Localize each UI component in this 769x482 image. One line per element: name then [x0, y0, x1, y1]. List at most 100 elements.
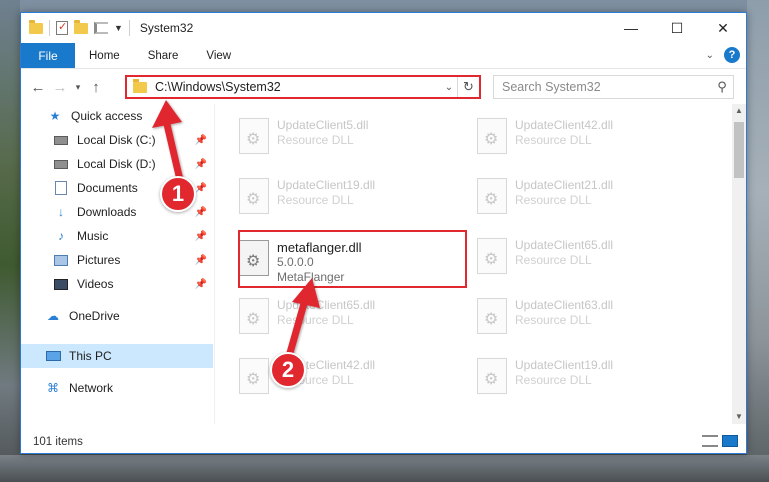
file-tile[interactable]: UpdateClient63.dll Resource DLL: [455, 292, 685, 352]
highlight-box-file: [238, 230, 467, 288]
sidebar-item-label: OneDrive: [69, 309, 120, 323]
scroll-down-arrow-icon[interactable]: ▼: [732, 410, 746, 424]
desktop-background-bottom: [0, 455, 769, 482]
pin-icon[interactable]: 📌: [195, 135, 207, 146]
sidebar-item-videos[interactable]: Videos 📌: [21, 272, 213, 296]
file-tile[interactable]: UpdateClient65.dll Resource DLL: [455, 232, 685, 292]
toolbar-separator: [128, 20, 130, 36]
tab-share[interactable]: Share: [134, 43, 193, 68]
properties-icon[interactable]: [56, 20, 68, 35]
pin-icon[interactable]: 📌: [195, 183, 207, 194]
sidebar-item-label: Videos: [77, 277, 114, 291]
sidebar-item-music[interactable]: ♪ Music 📌: [21, 224, 213, 248]
folder-icon: [133, 78, 147, 93]
sidebar-item-local-disk-d[interactable]: Local Disk (D:) 📌: [21, 152, 213, 176]
documents-icon: [53, 181, 69, 195]
sidebar-item-local-disk-c[interactable]: Local Disk (C:) 📌: [21, 128, 213, 152]
ribbon-tabs: File Home Share View ⌄ ?: [21, 43, 746, 69]
dll-file-icon: [239, 298, 269, 334]
pin-icon[interactable]: 📌: [195, 159, 207, 170]
tiles-view-icon[interactable]: [722, 435, 738, 447]
file-description: Resource DLL: [515, 373, 592, 387]
dll-file-icon: [239, 358, 269, 394]
dll-file-icon: [477, 358, 507, 394]
new-folder-icon[interactable]: [74, 19, 88, 34]
item-count: 101 items: [33, 436, 83, 448]
dll-file-icon: [477, 298, 507, 334]
file-name: UpdateClient19.dll: [277, 178, 376, 192]
sidebar-item-quick-access[interactable]: ★ Quick access: [21, 104, 213, 128]
search-box[interactable]: ⚲: [493, 75, 734, 99]
pin-icon[interactable]: 📌: [195, 231, 207, 242]
maximize-button[interactable]: ☐: [654, 13, 700, 43]
sidebar-item-network[interactable]: ⌘ Network: [21, 376, 213, 400]
folder-icon: [29, 19, 43, 34]
search-input[interactable]: [502, 80, 711, 94]
desktop-background-right: [747, 0, 769, 482]
vertical-scrollbar[interactable]: ▲ ▼: [732, 104, 746, 424]
desktop-background-left: [0, 0, 20, 482]
star-icon: ★: [49, 109, 61, 123]
forward-arrow-icon[interactable]: →: [49, 79, 71, 96]
customize-toolbar-caret-icon[interactable]: ▼: [114, 23, 123, 33]
file-tile[interactable]: UpdateClient19.dll Resource DLL: [217, 172, 447, 232]
file-tile[interactable]: UpdateClient5.dll Resource DLL: [217, 112, 447, 172]
pin-icon[interactable]: 📌: [195, 207, 207, 218]
minimize-button[interactable]: —: [608, 13, 654, 43]
search-icon[interactable]: ⚲: [711, 79, 733, 95]
tab-home[interactable]: Home: [75, 43, 134, 68]
dll-file-icon: [239, 178, 269, 214]
sidebar-item-pictures[interactable]: Pictures 📌: [21, 248, 213, 272]
file-description: Resource DLL: [277, 313, 354, 327]
file-description: Resource DLL: [277, 193, 354, 207]
file-tile[interactable]: UpdateClient65.dll Resource DLL: [217, 292, 447, 352]
sidebar-item-this-pc[interactable]: This PC: [21, 344, 213, 368]
step-badge-1: 1: [160, 176, 196, 212]
file-description: Resource DLL: [515, 253, 592, 267]
pin-icon[interactable]: 📌: [195, 279, 207, 290]
close-button[interactable]: ✕: [700, 13, 746, 43]
address-bar[interactable]: C:\Windows\System32 ⌄ ↻: [125, 75, 481, 99]
file-name: UpdateClient19.dll: [515, 358, 614, 372]
scroll-up-arrow-icon[interactable]: ▲: [732, 104, 746, 118]
refresh-icon[interactable]: ↻: [457, 77, 479, 97]
sidebar-item-label: Pictures: [77, 253, 121, 267]
network-icon: ⌘: [47, 381, 59, 395]
up-arrow-icon[interactable]: ↑: [85, 79, 107, 96]
scroll-thumb[interactable]: [734, 122, 744, 178]
address-path[interactable]: C:\Windows\System32: [155, 80, 441, 94]
sidebar-item-onedrive[interactable]: ☁ OneDrive: [21, 304, 213, 328]
navigation-pane: ★ Quick access Local Disk (C:) 📌 Local D…: [21, 104, 215, 424]
tab-file[interactable]: File: [21, 43, 75, 68]
expand-ribbon-chevron-icon[interactable]: ⌄: [706, 50, 714, 61]
file-description: Resource DLL: [515, 133, 592, 147]
recent-locations-caret-icon[interactable]: ▾: [71, 82, 85, 93]
pin-icon[interactable]: 📌: [195, 255, 207, 266]
file-tile[interactable]: UpdateClient42.dll Resource DLL: [455, 112, 685, 172]
back-arrow-icon[interactable]: ←: [27, 79, 49, 96]
pc-icon: [45, 349, 61, 363]
file-description: Resource DLL: [515, 193, 592, 207]
window-title: System32: [139, 21, 194, 35]
file-name: UpdateClient42.dll: [515, 118, 614, 132]
file-tile[interactable]: UpdateClient21.dll Resource DLL: [455, 172, 685, 232]
drive-icon: [53, 133, 69, 147]
status-bar: 101 items: [21, 431, 746, 453]
dll-file-icon: [477, 178, 507, 214]
tab-view[interactable]: View: [192, 43, 245, 68]
sidebar-item-label: Network: [69, 381, 114, 395]
view-buttons: [702, 435, 738, 447]
address-row: ← → ▾ ↑ C:\Windows\System32 ⌄ ↻ ⚲: [21, 70, 746, 104]
view-options-icon[interactable]: [94, 22, 108, 34]
videos-icon: [53, 277, 69, 291]
sidebar-item-label: Local Disk (D:): [77, 157, 156, 171]
address-dropdown-chevron-icon[interactable]: ⌄: [441, 82, 457, 93]
toolbar-separator: [49, 20, 50, 36]
cloud-icon: ☁: [47, 309, 59, 323]
file-tile[interactable]: UpdateClient19.dll Resource DLL: [455, 352, 685, 412]
file-tile[interactable]: UpdateClient42.dll Resource DLL: [217, 352, 447, 412]
sidebar-item-label: Music: [77, 229, 109, 243]
help-icon[interactable]: ?: [724, 47, 740, 63]
file-description: Resource DLL: [277, 133, 354, 147]
details-view-icon[interactable]: [702, 435, 718, 447]
